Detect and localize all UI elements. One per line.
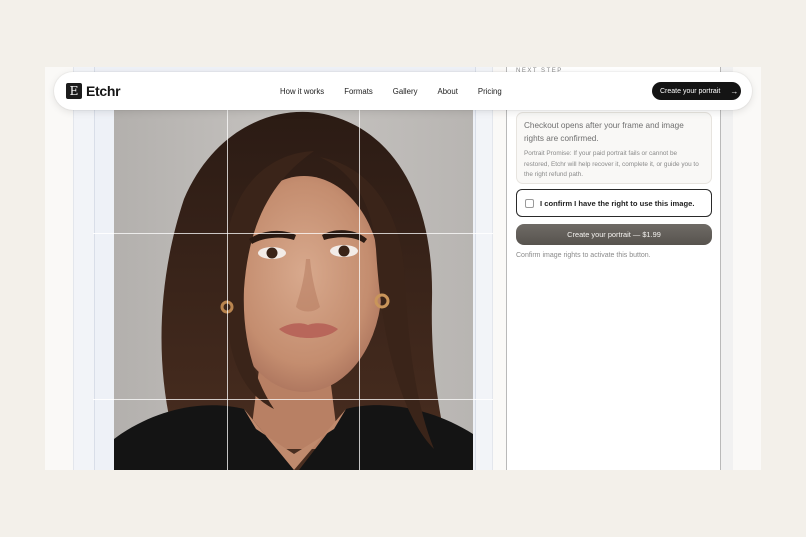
nav-link-about[interactable]: About	[438, 87, 458, 96]
create-portrait-nav-button[interactable]: Create your portrait →	[652, 82, 741, 100]
create-portrait-checkout-button[interactable]: Create your portrait — $1.99	[516, 224, 712, 245]
image-rights-label[interactable]: I confirm I have the right to use this i…	[540, 199, 694, 208]
crop-grid-line	[114, 399, 473, 400]
frame-guide	[93, 399, 114, 400]
nav-link-gallery[interactable]: Gallery	[393, 87, 418, 96]
frame-guide	[93, 233, 114, 234]
image-rights-checkbox[interactable]	[525, 198, 534, 208]
frame-guide	[473, 233, 493, 234]
checkout-panel: NEXT STEP Checkout opens after your fram…	[506, 67, 721, 470]
image-rights-confirm[interactable]: I confirm I have the right to use this i…	[516, 189, 712, 217]
nav-link-how-it-works[interactable]: How it works	[280, 87, 324, 96]
app-viewport: NEXT STEP Checkout opens after your fram…	[45, 67, 761, 470]
arrow-right-icon: →	[730, 86, 739, 96]
brand-name: Etchr	[86, 83, 121, 99]
cta-label: Create your portrait	[660, 87, 721, 95]
brand-logo[interactable]: E Etchr	[66, 83, 121, 99]
crop-grid-line	[227, 109, 228, 470]
logo-mark: E	[66, 83, 82, 99]
portrait-photo[interactable]	[114, 109, 473, 470]
portrait-promise-text: Portrait Promise: If your paid portrait …	[524, 150, 699, 178]
crop-grid-line	[114, 233, 473, 234]
checkout-info-text: Checkout opens after your frame and imag…	[524, 121, 684, 143]
nav-link-formats[interactable]: Formats	[344, 87, 373, 96]
button-hint: Confirm image rights to activate this bu…	[516, 252, 651, 259]
crop-grid-line	[359, 109, 360, 470]
checkout-info-box: Checkout opens after your frame and imag…	[516, 112, 712, 184]
frame-guide	[473, 399, 493, 400]
portrait-image	[114, 109, 473, 470]
nav-link-pricing[interactable]: Pricing	[478, 87, 502, 96]
panel-edge	[721, 67, 733, 470]
nav-links: How it works Formats Gallery About Prici…	[280, 72, 502, 110]
top-nav: E Etchr How it works Formats Gallery Abo…	[54, 72, 752, 110]
